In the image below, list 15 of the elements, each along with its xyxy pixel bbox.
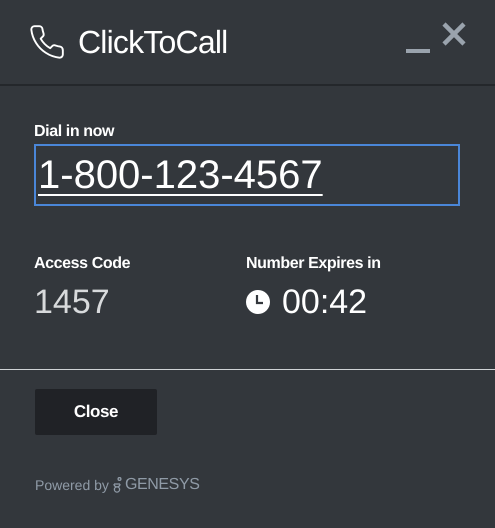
phone-number-field[interactable]: 1-800-123-4567 bbox=[34, 144, 460, 206]
phone-icon bbox=[28, 23, 66, 61]
expires-label: Number Expires in bbox=[246, 254, 381, 274]
genesys-brand-text: GENESYS bbox=[124, 475, 200, 495]
close-button[interactable]: Close bbox=[35, 389, 157, 435]
close-icon[interactable] bbox=[441, 21, 467, 47]
clock-icon bbox=[246, 290, 270, 314]
access-code-value: 1457 bbox=[34, 282, 111, 322]
window-title: ClickToCall bbox=[78, 23, 228, 62]
genesys-logo-icon bbox=[112, 477, 122, 493]
phone-number-link[interactable]: 1-800-123-4567 bbox=[38, 155, 323, 195]
countdown-timer: 00:42 bbox=[282, 282, 368, 322]
access-code-label: Access Code bbox=[34, 254, 132, 274]
dial-in-label: Dial in now bbox=[34, 122, 116, 142]
powered-by-text: Powered by bbox=[35, 476, 109, 495]
